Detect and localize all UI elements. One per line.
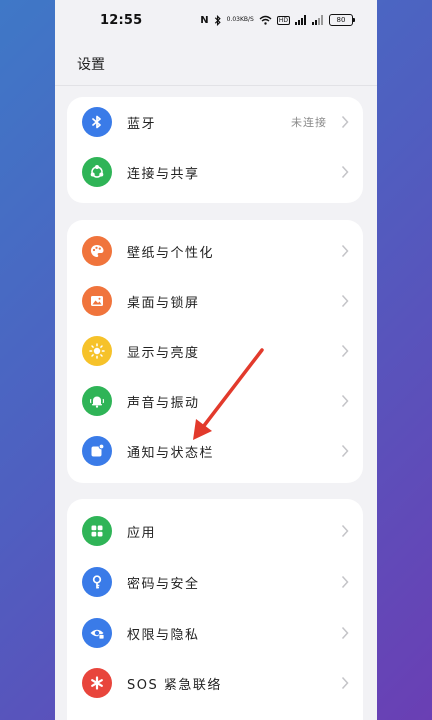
key-icon [82, 567, 112, 597]
settings-item-label: SOS 紧急联络 [127, 678, 222, 693]
sos-icon [82, 668, 112, 698]
status-time: 12:55 [100, 12, 143, 28]
settings-item-sos-emergency[interactable]: SOS 紧急联络 [67, 658, 363, 708]
battery-icon: 80 [329, 14, 355, 26]
settings-item-label: 显示与亮度 [127, 346, 200, 361]
settings-item-label: 密码与安全 [127, 577, 200, 592]
notification-icon [82, 436, 112, 466]
settings-group-personalization: 壁纸与个性化 桌面与锁屏 显示与亮度 声音与振动 通知与状态栏 [67, 220, 363, 483]
nfc-icon: N [200, 14, 209, 26]
privacy-icon [82, 618, 112, 648]
bluetooth-status-icon [214, 14, 222, 26]
sun-icon [82, 336, 112, 366]
chevron-right-icon [341, 394, 349, 408]
status-icons: N 0.03 KB/S HD 80 [200, 14, 355, 26]
signal-icon-2 [312, 15, 324, 25]
chevron-right-icon [341, 626, 349, 640]
page-title: 设置 [77, 57, 105, 73]
chevron-right-icon [341, 676, 349, 690]
bell-icon [82, 386, 112, 416]
settings-item-label: 声音与振动 [127, 396, 200, 411]
network-speed: 0.03 KB/S [226, 16, 254, 23]
apps-icon [82, 516, 112, 546]
settings-item-sound-vibration[interactable]: 声音与振动 [67, 376, 363, 426]
settings-item-display-brightness[interactable]: 显示与亮度 [67, 326, 363, 376]
settings-item-wallpaper[interactable]: 壁纸与个性化 [67, 226, 363, 276]
bluetooth-icon [82, 107, 112, 137]
chevron-right-icon [341, 244, 349, 258]
settings-group-apps-security: 应用 密码与安全 权限与隐私 SOS 紧急联络 [67, 499, 363, 720]
settings-item-password-security[interactable]: 密码与安全 [67, 557, 363, 607]
share-icon [82, 157, 112, 187]
page-header: 设置 [55, 40, 377, 86]
settings-group-connectivity: 蓝牙 未连接 连接与共享 [67, 97, 363, 203]
image-icon [82, 286, 112, 316]
chevron-right-icon [341, 115, 349, 129]
bluetooth-status-value: 未连接 [291, 116, 327, 129]
chevron-right-icon [341, 524, 349, 538]
hd-icon: HD [276, 15, 290, 25]
chevron-right-icon [341, 444, 349, 458]
settings-item-desktop-lockscreen[interactable]: 桌面与锁屏 [67, 276, 363, 326]
settings-item-apps[interactable]: 应用 [67, 506, 363, 556]
signal-icon [295, 15, 307, 25]
settings-item-label: 壁纸与个性化 [127, 246, 215, 261]
chevron-right-icon [341, 344, 349, 358]
settings-screen: 12:55 N 0.03 KB/S HD 80 设置 蓝牙 未连接 连接与共享 … [55, 0, 377, 720]
settings-item-label: 应用 [127, 526, 157, 541]
settings-item-label: 连接与共享 [127, 167, 200, 182]
settings-item-bluetooth[interactable]: 蓝牙 未连接 [67, 97, 363, 147]
status-bar: 12:55 N 0.03 KB/S HD 80 [55, 0, 377, 40]
chevron-right-icon [341, 294, 349, 308]
settings-item-notifications-statusbar[interactable]: 通知与状态栏 [67, 426, 363, 476]
chevron-right-icon [341, 575, 349, 589]
chevron-right-icon [341, 165, 349, 179]
settings-item-label: 通知与状态栏 [127, 446, 215, 461]
settings-item-label: 蓝牙 [127, 117, 157, 132]
settings-item-label: 桌面与锁屏 [127, 296, 200, 311]
wifi-icon [259, 15, 272, 25]
settings-item-label: 权限与隐私 [127, 628, 200, 643]
settings-item-permissions-privacy[interactable]: 权限与隐私 [67, 608, 363, 658]
settings-item-connection-sharing[interactable]: 连接与共享 [67, 147, 363, 197]
palette-icon [82, 236, 112, 266]
